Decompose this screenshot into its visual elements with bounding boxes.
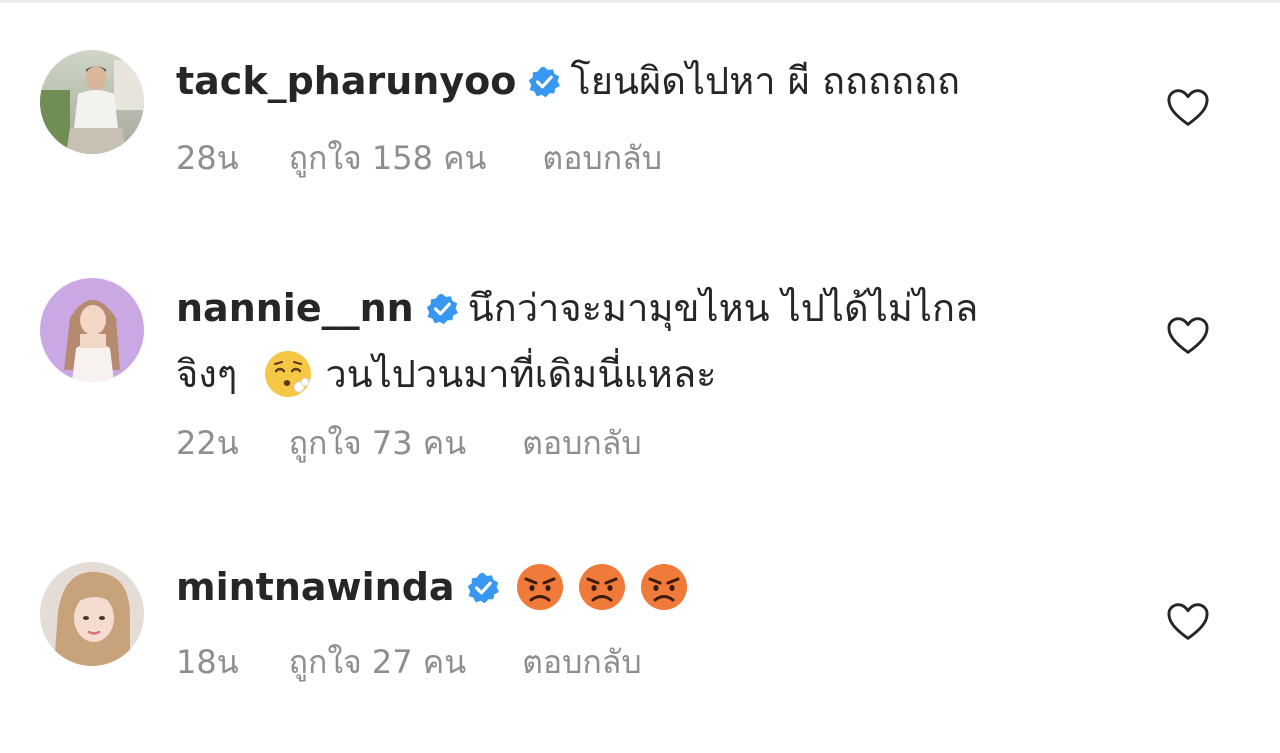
comment-time: 28น <box>176 139 239 177</box>
avatar[interactable] <box>40 278 144 382</box>
likes-count[interactable]: ถูกใจ 27 คน <box>289 642 466 682</box>
likes-count[interactable]: ถูกใจ 158 คน <box>289 138 487 178</box>
verified-badge-icon <box>426 279 458 325</box>
angry-face-emoji <box>515 562 565 612</box>
comment-meta: 18น ถูกใจ 27 คน ตอบกลับ <box>176 642 642 682</box>
top-divider <box>0 0 1280 3</box>
comment-time: 22น <box>176 424 239 462</box>
angry-face-emoji <box>577 562 627 612</box>
avatar[interactable] <box>40 50 144 154</box>
heart-outline-icon[interactable] <box>1166 602 1210 642</box>
comment-body: โยนผิดไปหา ผี ถถถถถถ <box>570 59 961 103</box>
comment-body: นึกว่าจะมามุขไหน ไปได้ไม่ไกล <box>467 286 979 330</box>
verified-badge-icon <box>467 558 499 604</box>
comment-meta: 22น ถูกใจ 73 คน ตอบกลับ <box>176 423 642 463</box>
heart-outline-icon[interactable] <box>1166 316 1210 356</box>
comment-body: จิงๆ <box>176 352 238 396</box>
username[interactable]: mintnawinda <box>176 565 455 609</box>
comment-meta: 28น ถูกใจ 158 คน ตอบกลับ <box>176 138 662 178</box>
comment-text: nannie__nn นึกว่าจะมามุขไหน ไปได้ไม่ไกล <box>176 275 1076 341</box>
comment-text: tack_pharunyoo โยนผิดไปหา ผี ถถถถถถ <box>176 48 1076 114</box>
comment-time: 18น <box>176 643 239 681</box>
avatar[interactable] <box>40 562 144 666</box>
verified-badge-icon <box>528 52 561 98</box>
reply-button[interactable]: ตอบกลับ <box>522 642 642 682</box>
angry-face-emoji <box>639 562 689 612</box>
reply-button[interactable]: ตอบกลับ <box>522 423 642 463</box>
comment-body: วนไปวนมาที่เดิมนี่แหละ <box>325 352 717 396</box>
username[interactable]: tack_pharunyoo <box>176 59 516 103</box>
comment-text: mintnawinda <box>176 554 1076 620</box>
comment-text-continued: จิงๆ วนไปวนมาที่เดิมนี่แหละ <box>176 341 1076 407</box>
face-exhaling-emoji <box>263 349 313 399</box>
reply-button[interactable]: ตอบกลับ <box>542 138 662 178</box>
username[interactable]: nannie__nn <box>176 286 414 330</box>
heart-outline-icon[interactable] <box>1166 88 1210 128</box>
likes-count[interactable]: ถูกใจ 73 คน <box>289 423 466 463</box>
